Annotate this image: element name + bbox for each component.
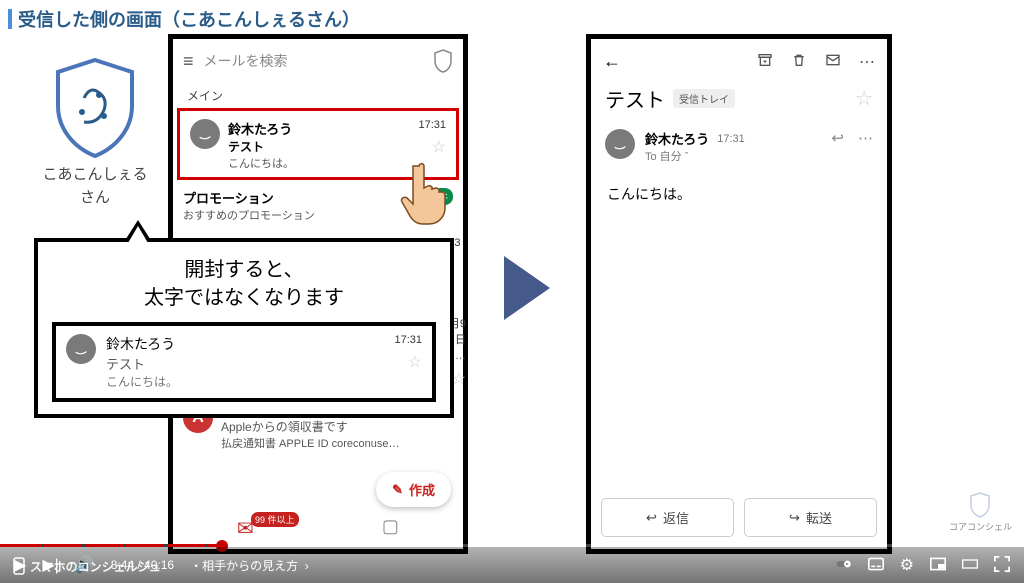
arrow-right-icon — [504, 256, 550, 320]
search-bar[interactable]: ≡ メールを検索 — [173, 39, 463, 83]
promo-sub: おすすめのプロモーション — [183, 207, 315, 223]
detail-to[interactable]: To 自分 — [645, 151, 682, 163]
sender-avatar — [66, 334, 96, 364]
mail-snippet: こんにちは。 — [106, 373, 384, 390]
channel-watermark: スマホのコンシェルジュ — [12, 557, 161, 575]
chapter-title[interactable]: ・相手からの見え方 › — [190, 557, 309, 574]
star-icon[interactable]: ☆ — [418, 137, 446, 157]
mail-time: 17:31 — [394, 334, 422, 346]
mail-time: 17:31 — [418, 119, 446, 131]
mail-subject: テスト — [106, 354, 384, 373]
star-icon[interactable]: ☆ — [855, 86, 873, 111]
slide-title: 受信した側の画面（こあこんしぇるさん） — [8, 6, 360, 32]
mail-subject: テスト — [228, 138, 410, 155]
sender-avatar — [605, 129, 635, 159]
detail-sender: 鈴木たろう — [645, 129, 709, 148]
settings-icon[interactable]: ⚙ — [900, 555, 914, 575]
inbox-chip: 受信トレイ — [673, 89, 735, 108]
search-placeholder: メールを検索 — [204, 51, 423, 71]
captions-icon[interactable] — [868, 556, 884, 575]
mail-nav-icon[interactable]: ✉99 件以上 — [237, 516, 254, 541]
hamburger-icon[interactable]: ≡ — [183, 51, 194, 72]
forward-icon: ↪ — [789, 510, 800, 526]
forward-label: 転送 — [806, 508, 832, 527]
pointing-finger-icon — [398, 160, 452, 230]
reply-button[interactable]: ↩ 返信 — [601, 498, 734, 537]
mail-snippet: 払戻通知書 APPLE ID coreconuse… — [221, 435, 428, 451]
forward-button[interactable]: ↪ 転送 — [744, 498, 877, 537]
reply-icon: ↩ — [646, 510, 657, 526]
back-arrow-icon[interactable]: ← — [603, 51, 621, 72]
more-icon[interactable]: ⋯ — [858, 129, 873, 147]
callout-mail-example: 鈴木たろう テスト こんにちは。 17:31 ☆ — [52, 322, 436, 402]
phone-detail: ← ⋯ テスト 受信トレイ ☆ 鈴木たろう 17:31 To 自分 ˇ ↩ — [586, 34, 892, 554]
mail-sender: 鈴木たろう — [228, 119, 410, 138]
mail-subject: Appleからの領収書です — [221, 418, 428, 435]
callout-text: 開封すると、 太字ではなくなります — [52, 256, 436, 312]
autoplay-toggle[interactable] — [836, 556, 852, 575]
detail-subject: テスト — [605, 84, 665, 113]
theater-icon[interactable] — [962, 556, 978, 575]
trash-icon[interactable] — [791, 52, 807, 72]
explanation-callout: 開封すると、 太字ではなくなります 鈴木たろう テスト こんにちは。 17:31… — [34, 238, 454, 418]
avatar-label: こあこんしぇる さん — [40, 164, 150, 209]
mail-snippet: こんにちは。 — [228, 155, 410, 171]
shield-icon — [52, 58, 138, 158]
inbox-tab[interactable]: メイン — [173, 83, 463, 106]
unread-count: 99 件以上 — [251, 512, 299, 527]
brand-label: コアコンシェル — [949, 520, 1012, 533]
chevron-down-icon[interactable]: ˇ — [685, 151, 689, 163]
reply-label: 返信 — [663, 508, 689, 527]
brand-logo: コアコンシェル — [949, 492, 1012, 533]
mail-sender: 鈴木たろう — [106, 334, 384, 354]
detail-time: 17:31 — [717, 133, 745, 145]
presenter-avatar: こあこんしぇる さん — [40, 58, 150, 209]
archive-icon[interactable] — [757, 52, 773, 72]
fullscreen-icon[interactable] — [994, 556, 1010, 575]
reply-icon[interactable]: ↩ — [831, 129, 844, 147]
compose-button[interactable]: ✎ 作成 — [376, 472, 451, 507]
account-shield-icon[interactable] — [433, 49, 453, 73]
pencil-icon: ✎ — [392, 482, 403, 498]
star-icon: ☆ — [394, 352, 422, 372]
miniplayer-icon[interactable] — [930, 556, 946, 575]
more-icon[interactable]: ⋯ — [859, 52, 875, 72]
promo-title: プロモーション — [183, 188, 315, 207]
video-nav-icon[interactable]: ▢ — [382, 516, 399, 541]
mail-icon[interactable] — [825, 52, 841, 72]
sender-avatar — [190, 119, 220, 149]
mail-body-text: こんにちは。 — [591, 170, 887, 218]
compose-label: 作成 — [409, 480, 435, 499]
